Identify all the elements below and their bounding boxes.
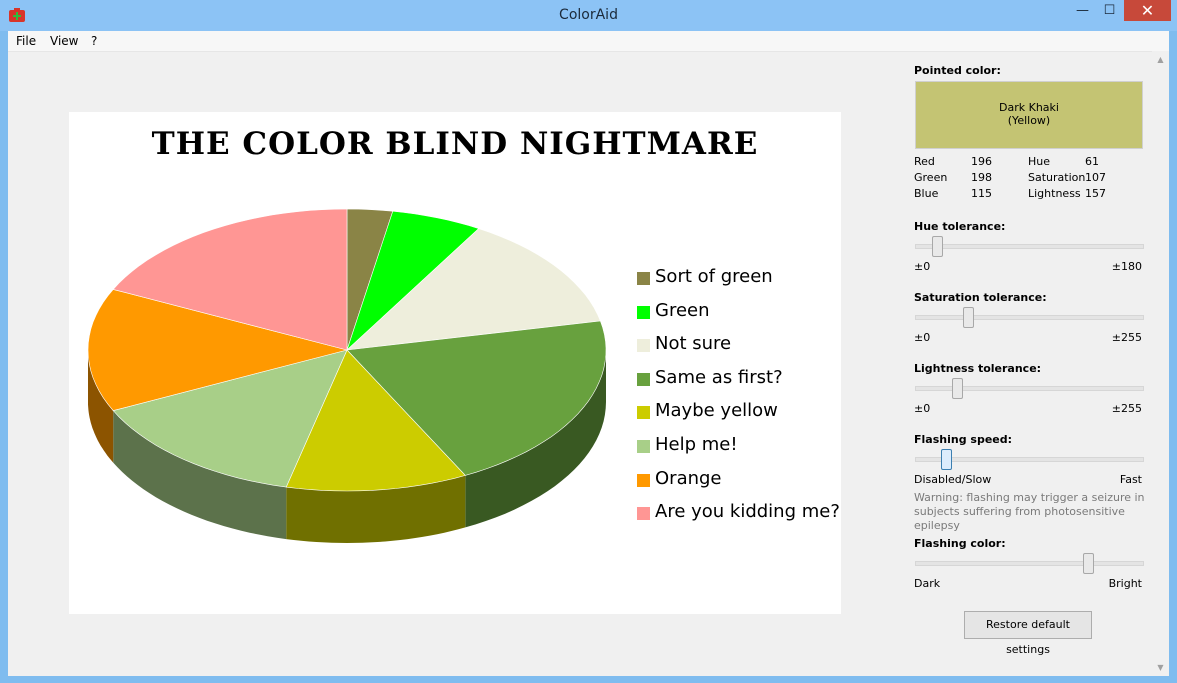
scroll-down-icon[interactable]: ▼ (1152, 659, 1169, 676)
hue-value: 61 (1085, 155, 1099, 168)
lightness-tolerance-min: ±0 (914, 402, 931, 415)
pie-chart (87, 208, 607, 543)
saturation-tolerance-track[interactable] (915, 315, 1144, 320)
flashing-speed-thumb[interactable] (940, 449, 952, 470)
flashing-color-max: Bright (1108, 577, 1142, 590)
restore-defaults-button[interactable]: Restore default settings (964, 611, 1092, 656)
green-label: Green (914, 171, 948, 184)
color-family: (Yellow) (1007, 114, 1051, 127)
close-button[interactable]: ✕ (1124, 0, 1171, 21)
legend-swatch (637, 339, 650, 353)
seizure-warning: Warning: flashing may trigger a seizure … (914, 491, 1145, 532)
hue-tolerance-max: ±180 (1111, 260, 1142, 273)
menu-help[interactable]: ? (91, 34, 97, 48)
legend-label: Are you kidding me? (655, 501, 840, 523)
menu-bar: File View ? (8, 31, 1169, 52)
flashing-speed-min: Disabled/Slow (914, 473, 992, 486)
lightness-tolerance-max: ±255 (1111, 402, 1142, 415)
scroll-up-icon[interactable]: ▲ (1152, 51, 1169, 68)
saturation-tolerance-label: Saturation tolerance: (914, 291, 1047, 304)
legend-label: Same as first? (655, 366, 783, 388)
flashing-color-min: Dark (914, 577, 941, 590)
menu-file[interactable]: File (16, 34, 36, 48)
lightness-label: Lightness (1028, 187, 1081, 200)
maximize-button[interactable]: ☐ (1096, 0, 1123, 21)
lightness-value: 157 (1085, 187, 1106, 200)
flashing-speed-label: Flashing speed: (914, 433, 1013, 446)
menu-view[interactable]: View (50, 34, 78, 48)
hue-label: Hue (1028, 155, 1051, 168)
red-value: 196 (971, 155, 992, 168)
lightness-tolerance-track[interactable] (915, 386, 1144, 391)
legend-label: Sort of green (655, 266, 773, 287)
blue-label: Blue (914, 187, 939, 200)
legend-label: Orange (655, 467, 722, 489)
green-value: 198 (971, 171, 992, 184)
title-bar: ColorAid — ☐ ✕ (0, 0, 1177, 31)
image-canvas[interactable]: THE COLOR BLIND NIGHTMARE Sort of green G… (69, 112, 841, 614)
saturation-label: Saturation (1028, 171, 1086, 184)
flashing-color-thumb[interactable] (1083, 553, 1095, 574)
minimize-button[interactable]: — (1069, 0, 1096, 21)
saturation-value: 107 (1085, 171, 1106, 184)
lightness-tolerance-label: Lightness tolerance: (914, 362, 1042, 375)
color-name: Dark Khaki (999, 101, 1059, 114)
blue-value: 115 (971, 187, 992, 200)
legend-swatch (637, 272, 650, 285)
legend-label: Maybe yellow (655, 400, 778, 422)
client-area: File View ? THE COLOR BLIND NIGHTMARE So… (8, 31, 1169, 676)
hue-tolerance-track[interactable] (915, 244, 1144, 249)
legend-swatch (637, 406, 650, 420)
flashing-color-track[interactable] (915, 561, 1144, 566)
legend-label: Not sure (655, 333, 732, 355)
flashing-speed-max: Fast (1119, 473, 1142, 486)
pointed-color-label: Pointed color: (914, 64, 1001, 77)
legend-swatch (637, 507, 650, 521)
pointed-color-swatch: Dark Khaki (Yellow) (915, 81, 1143, 149)
legend-swatch (637, 372, 650, 386)
legend-swatch (637, 473, 650, 487)
lightness-tolerance-thumb[interactable] (951, 378, 963, 399)
legend-swatch (637, 439, 650, 453)
legend-swatch (637, 305, 650, 319)
hue-tolerance-thumb[interactable] (932, 236, 944, 257)
saturation-tolerance-min: ±0 (914, 331, 931, 344)
red-label: Red (914, 155, 935, 168)
saturation-tolerance-thumb[interactable] (962, 307, 974, 328)
vertical-scrollbar[interactable]: ▲ ▼ (1152, 51, 1169, 676)
saturation-tolerance-max: ±255 (1111, 331, 1142, 344)
window-title: ColorAid (559, 7, 618, 23)
hue-tolerance-min: ±0 (914, 260, 931, 273)
legend-label: Help me! (655, 433, 738, 455)
hue-tolerance-label: Hue tolerance: (914, 220, 1006, 233)
flashing-color-label: Flashing color: (914, 537, 1006, 550)
legend-label: Green (655, 299, 710, 321)
